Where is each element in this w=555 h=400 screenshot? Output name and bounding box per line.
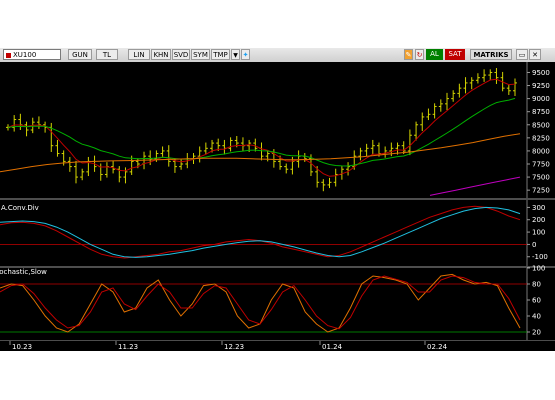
refresh-icon[interactable]: ↻	[415, 49, 424, 60]
y-tick-label: 7500	[532, 174, 550, 182]
y-tick-label: 80	[532, 281, 541, 289]
toolbar-button-lin[interactable]: LIN	[128, 49, 150, 60]
chart-toolbar: XU100 GUN TL LIN KHN SVD SYM TMP ▼ ✦ ✎ ↻…	[0, 48, 555, 63]
x-tick-label: 10.23	[12, 343, 32, 351]
macd-panel: -100 0 100 200 300	[0, 200, 555, 268]
toolbar-button-tmp[interactable]: TMP	[211, 49, 230, 60]
price-panel: 7250 7500 7750 8000 8250 8500 8750 9000 9250 9500	[0, 62, 555, 200]
macd-signal-line	[0, 206, 521, 258]
price-ma-slow-line	[0, 133, 521, 173]
y-tick-label: 100	[532, 265, 545, 273]
macd-title: A.Conv.Div	[1, 204, 39, 212]
sell-button[interactable]: SAT	[445, 49, 465, 60]
toolbar-button-tl[interactable]: TL	[96, 49, 118, 60]
symbol-field[interactable]: XU100	[3, 49, 61, 60]
toolbar-button-svd[interactable]: SVD	[172, 49, 190, 60]
y-tick-label: 9500	[532, 69, 550, 77]
y-tick-label: 100	[532, 229, 545, 237]
price-ma-long-line	[429, 176, 521, 196]
symbol-label: XU100	[13, 51, 37, 59]
buy-button[interactable]: AL	[426, 49, 443, 60]
x-tick-label: 12.23	[224, 343, 244, 351]
twitter-icon[interactable]: ✦	[241, 49, 250, 60]
y-tick-label: 7250	[532, 187, 550, 195]
toolbar-button-gun[interactable]: GUN	[68, 49, 92, 60]
y-tick-label: 40	[532, 313, 541, 321]
y-tick-label: 0	[532, 241, 536, 249]
y-tick-label: 9250	[532, 82, 550, 90]
y-tick-label: 9000	[532, 95, 550, 103]
y-tick-label: -100	[532, 253, 548, 261]
y-tick-label: 7750	[532, 161, 550, 169]
y-tick-label: 300	[532, 204, 545, 212]
y-tick-label: 8750	[532, 108, 550, 116]
x-tick-label: 11.23	[118, 343, 138, 351]
stochastic-panel: 20 40 60 80 100	[0, 265, 555, 342]
toolbar-button-sym[interactable]: SYM	[191, 49, 210, 60]
dropdown-arrow-icon[interactable]: ▼	[231, 49, 240, 60]
pencil-icon[interactable]: ✎	[404, 49, 413, 60]
x-axis: 10.23 11.23 12.23 01.24 02.24	[0, 341, 555, 351]
toolbar-button-khn[interactable]: KHN	[151, 49, 171, 60]
macd-line	[0, 205, 521, 259]
y-tick-label: 8000	[532, 147, 550, 155]
x-tick-label: 01.24	[322, 343, 343, 351]
x-tick-label: 02.24	[427, 343, 448, 351]
window-icon[interactable]: ▭	[516, 49, 528, 60]
y-tick-label: 20	[532, 329, 541, 337]
x-axis-band	[0, 341, 555, 351]
y-tick-label: 60	[532, 297, 541, 305]
symbol-marker-icon	[6, 52, 11, 58]
matriks-logo: MATRIKS	[470, 49, 512, 60]
y-tick-label: 8250	[532, 134, 550, 142]
chart-canvas: 7250 7500 7750 8000 8250 8500 8750 9000 9250 9500…	[0, 62, 555, 351]
y-tick-label: 200	[532, 216, 545, 224]
chart-window: XU100 GUN TL LIN KHN SVD SYM TMP ▼ ✦ ✎ ↻…	[0, 48, 555, 351]
y-tick-label: 8500	[532, 121, 550, 129]
close-icon[interactable]: ✕	[529, 49, 541, 60]
stochastic-title: Stochastic,Slow	[0, 268, 47, 276]
